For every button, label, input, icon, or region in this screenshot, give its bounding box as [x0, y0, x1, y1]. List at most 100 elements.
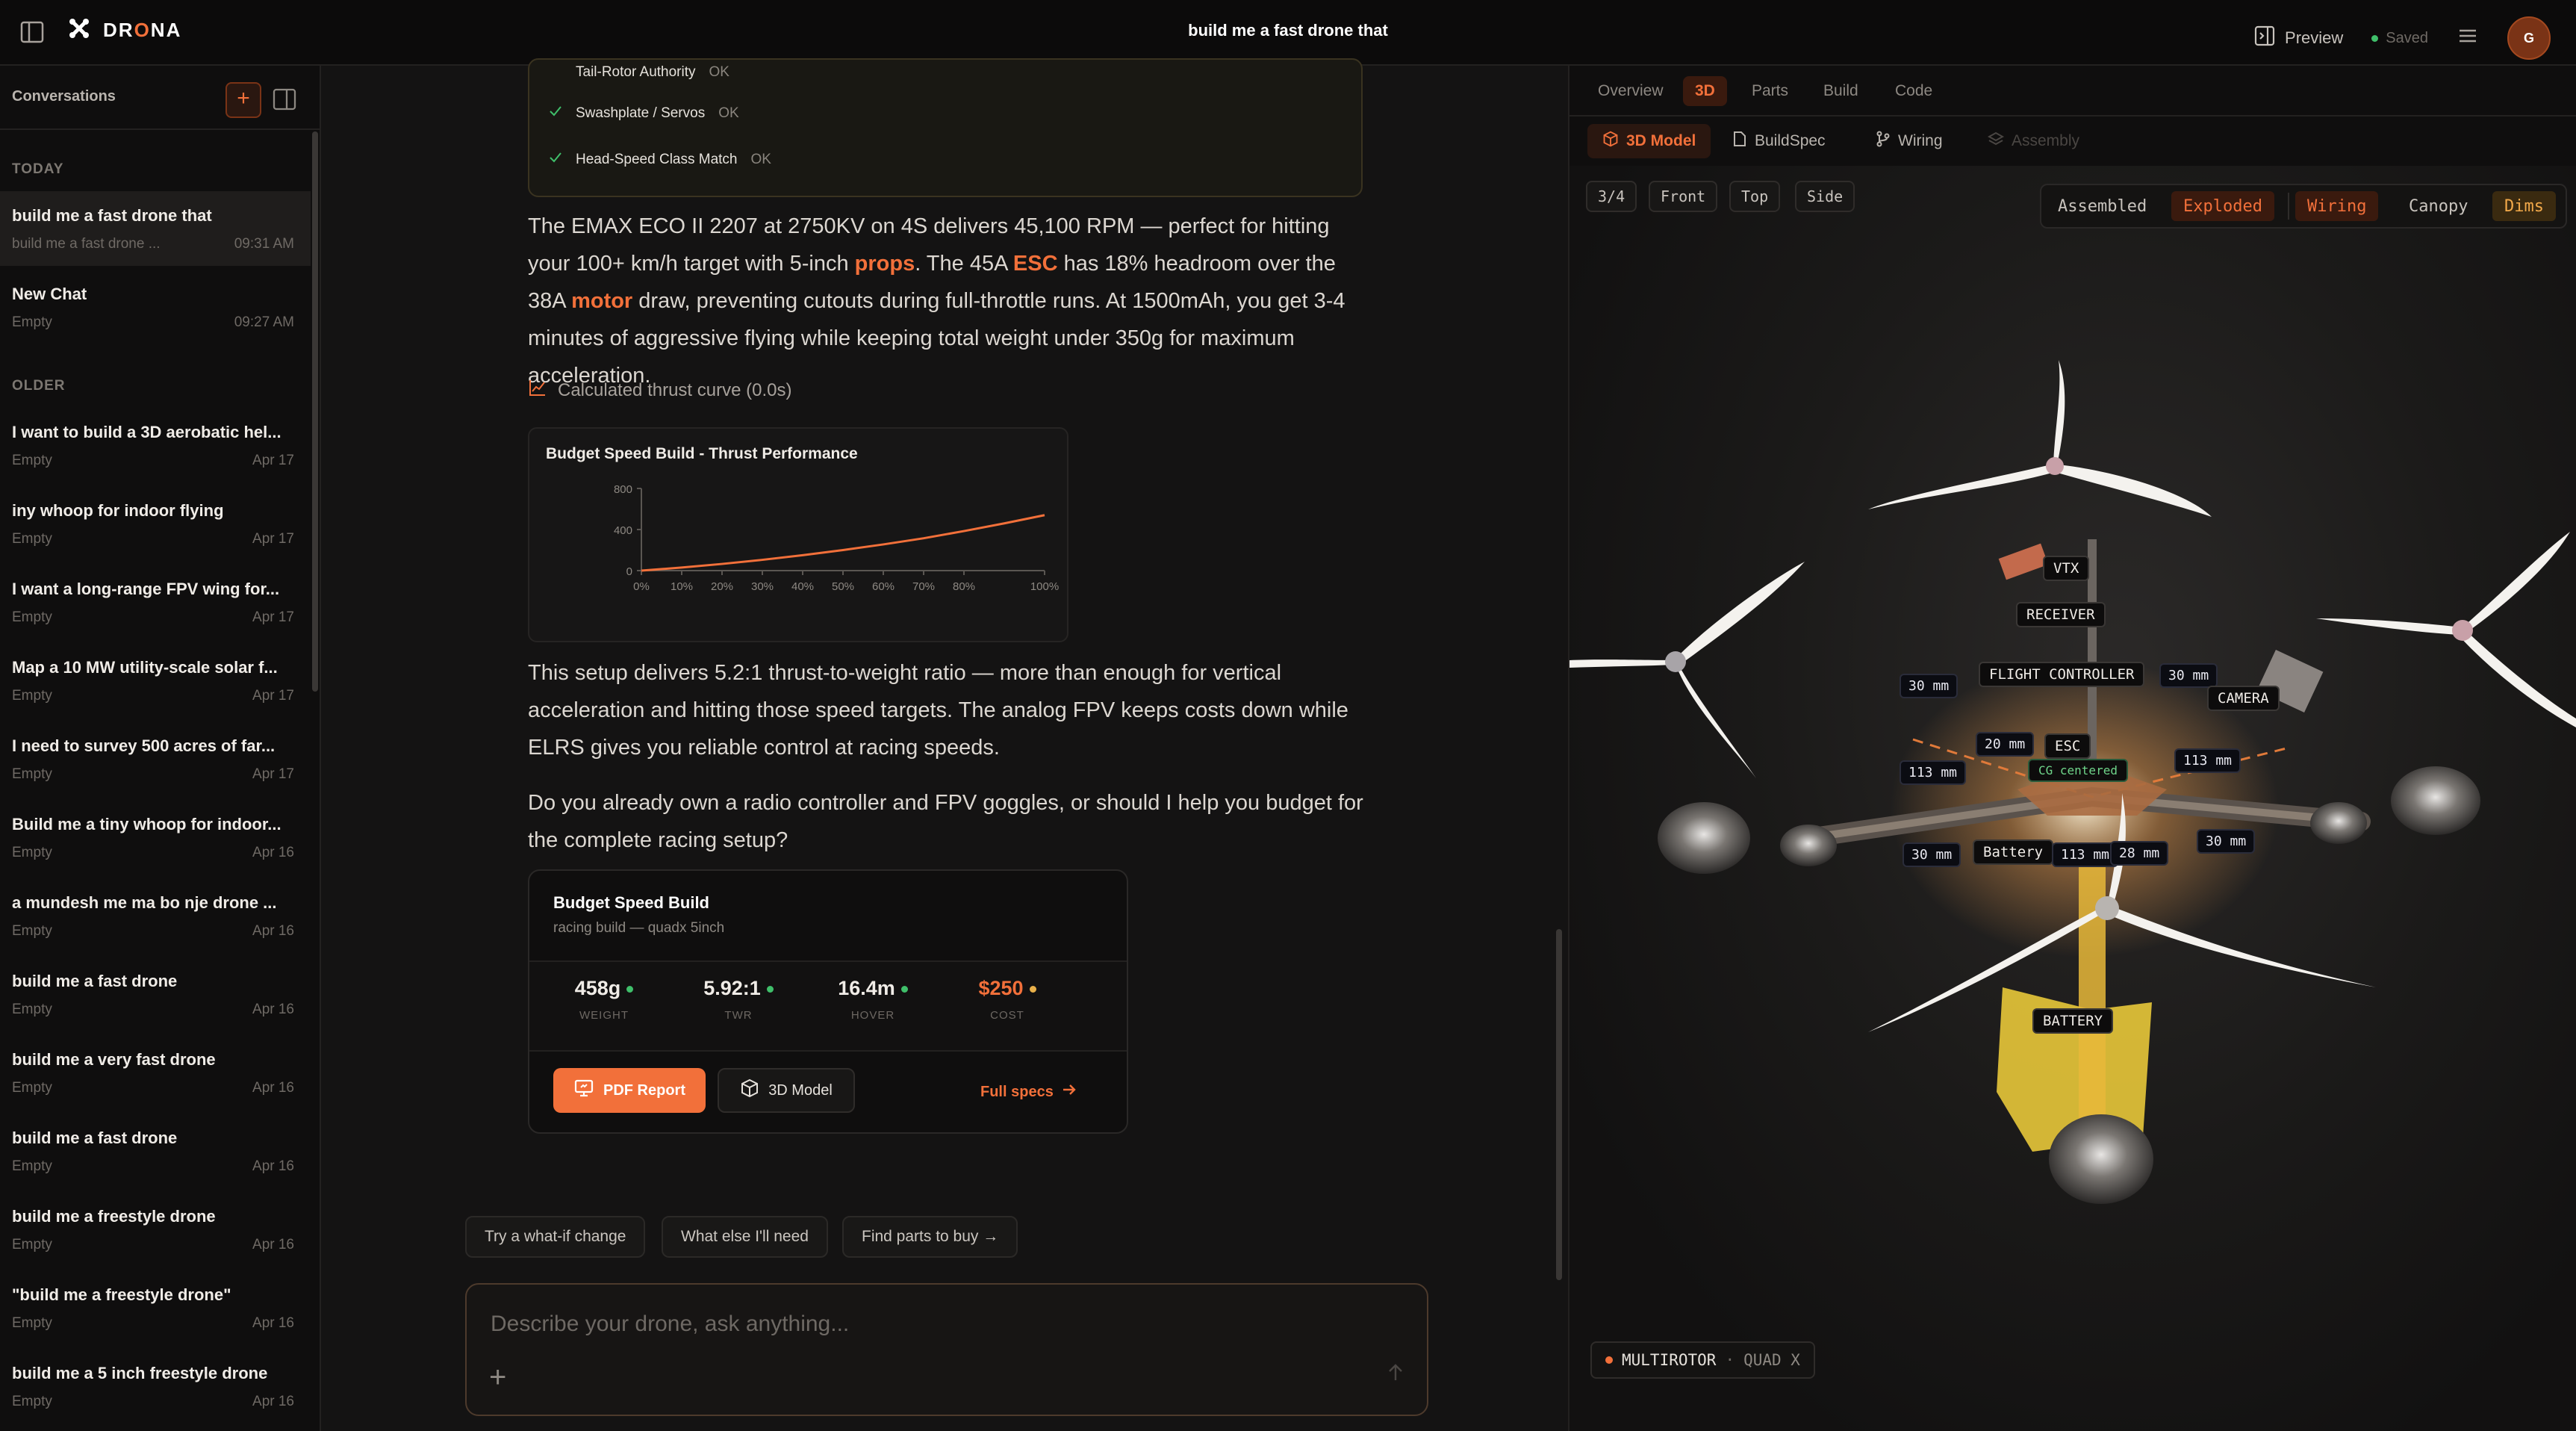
dimension-label: 28 mm [2110, 841, 2169, 866]
today-section-label: TODAY [12, 161, 64, 177]
stat-twr: 5.92:1 TWR [671, 977, 806, 1022]
x-tick-label: 20% [711, 580, 733, 593]
attach-plus-icon[interactable]: + [489, 1361, 506, 1394]
branch-icon [1876, 131, 1891, 152]
x-tick-label: 100% [1030, 580, 1059, 593]
collapse-sidebar-icon[interactable] [272, 87, 297, 116]
flight-controller-label[interactable]: FLIGHT CONTROLLER [1979, 662, 2145, 687]
document-icon [1732, 131, 1747, 152]
dimension-label: 30 mm [1903, 842, 1961, 867]
top-bar: DRONA build me a fast drone that Preview… [0, 0, 2576, 66]
airframe-subtype: QUAD X [1743, 1351, 1800, 1369]
battery-pack-label[interactable]: BATTERY [2032, 1008, 2114, 1034]
tab-parts[interactable]: Parts [1740, 76, 1800, 106]
tab-3d[interactable]: 3D [1683, 76, 1727, 106]
subtab-wiring[interactable]: Wiring [1861, 124, 1958, 158]
badge-separator: · [1725, 1351, 1735, 1369]
text-run: draw, preventing cutouts during full-thr… [528, 289, 1345, 388]
conversation-item-preview: Empty [12, 453, 52, 468]
battery-strap [2079, 853, 2106, 1122]
check-icon [549, 105, 562, 122]
conversation-item[interactable]: I want to build a 3D aerobatic hel... Emp… [0, 408, 311, 482]
stat-label: COST [990, 1009, 1024, 1022]
menu-icon[interactable] [2457, 25, 2479, 52]
tab-overview[interactable]: Overview [1586, 76, 1676, 106]
tab-code[interactable]: Code [1883, 76, 1944, 106]
propeller-top [1868, 360, 2212, 517]
motor-link[interactable]: motor [571, 289, 632, 313]
check-row: Tail-Rotor Authority OK [549, 64, 729, 81]
subtab-label: Assembly [2012, 132, 2080, 149]
conversation-item-time: Apr 17 [252, 609, 294, 625]
assistant-paragraph-1: The EMAX ECO II 2207 at 2750KV on 4S del… [528, 208, 1372, 394]
cg-label: CG centered [2028, 759, 2128, 782]
subtab-buildspec[interactable]: BuildSpec [1717, 124, 1841, 158]
older-section-label: OLDER [12, 378, 66, 394]
stat-hover: 16.4m HOVER [806, 977, 940, 1022]
check-row: Head-Speed Class Match OK [549, 151, 771, 169]
what-if-chip[interactable]: Try a what-if change [465, 1216, 646, 1258]
x-tick-label: 0% [633, 580, 650, 593]
stat-cost: $250 COST [940, 977, 1074, 1022]
message-input[interactable]: Describe your drone, ask anything... [491, 1312, 849, 1337]
x-tick-label: 80% [953, 580, 975, 593]
conversation-item-title: build me a 5 inch freestyle drone [12, 1364, 268, 1382]
3d-viewport[interactable]: 3/4 Front Top Side Assembled Exploded Wi… [1569, 166, 2576, 1431]
message-composer[interactable]: Describe your drone, ask anything... + [465, 1283, 1428, 1416]
find-parts-chip[interactable]: Find parts to buy → [842, 1216, 1018, 1258]
prop-hub [2095, 896, 2119, 920]
thrust-tool-note[interactable]: Calculated thrust curve (0.0s) [528, 378, 791, 403]
esc-link[interactable]: ESC [1013, 252, 1058, 276]
conversation-item[interactable]: I want a long-range FPV wing for... Empty… [0, 565, 311, 639]
conversation-item[interactable]: build me a very fast drone Empty Apr 16 [0, 1035, 311, 1110]
new-conversation-button[interactable]: + [225, 82, 261, 118]
camera-label[interactable]: CAMERA [2207, 686, 2280, 711]
airframe-type: MULTIROTOR [1622, 1351, 1717, 1369]
conversation-item[interactable]: Build me a tiny whoop for indoor... Empty… [0, 800, 311, 875]
conversation-item[interactable]: build me a 5 inch freestyle drone Empty Ap… [0, 1349, 311, 1424]
propeller-left [1569, 562, 1805, 778]
conversation-item-title: a mundesh me ma bo nje drone ... [12, 893, 277, 912]
conversation-item[interactable]: "build me a freestyle drone" Empty Apr 16 [0, 1270, 311, 1345]
what-else-chip[interactable]: What else I'll need [662, 1216, 828, 1258]
subtab-3d-model[interactable]: 3D Model [1587, 124, 1711, 158]
conversation-item[interactable]: iny whoop for indoor flying Empty Apr 17 [0, 486, 311, 561]
conversation-item[interactable]: build me a freestyle drone Empty Apr 16 [0, 1192, 311, 1267]
conversation-item-time: Apr 17 [252, 531, 294, 547]
conversation-item[interactable]: build me a fast drone Empty Apr 16 [0, 1114, 311, 1188]
stat-value: 16.4m [838, 977, 895, 999]
conversation-item[interactable]: a mundesh me ma bo nje drone ... Empty Apr… [0, 878, 311, 953]
battery-label[interactable]: Battery [1973, 839, 2054, 865]
tab-build[interactable]: Build [1811, 76, 1870, 106]
subtab-assembly: Assembly [1973, 124, 2094, 158]
status-dot-icon [1605, 1356, 1613, 1364]
props-link[interactable]: props [855, 252, 915, 276]
conversation-item-preview: Empty [12, 531, 52, 547]
conversation-item[interactable]: Map a 10 MW utility-scale solar f... Empt… [0, 643, 311, 718]
conversation-item-time: 09:27 AM [234, 314, 294, 330]
receiver-label[interactable]: RECEIVER [2016, 602, 2106, 627]
y-tick-label: 800 [614, 483, 632, 496]
thrust-chart: 800 400 00% 10% 20% 30% 40% 50% 60% 70% 80% 100% [614, 483, 1059, 593]
conversation-item-preview: Empty [12, 1237, 52, 1252]
avatar[interactable]: G [2507, 16, 2551, 60]
3d-model-button[interactable]: 3D Model [718, 1068, 855, 1113]
full-specs-link[interactable]: Full specs [980, 1081, 1077, 1102]
conversation-item-time: Apr 16 [252, 1315, 294, 1331]
esc-label[interactable]: ESC [2044, 733, 2091, 759]
conversation-item[interactable]: I need to survey 500 acres of far... Empt… [0, 721, 311, 796]
preview-button[interactable]: Preview [2253, 25, 2343, 52]
conversation-item-title: build me a fast drone that [12, 206, 212, 225]
vtx-label[interactable]: VTX [2043, 556, 2090, 581]
pdf-report-button[interactable]: PDF Report [553, 1068, 706, 1113]
status-dot-icon [1029, 986, 1036, 993]
conversation-item-preview: Empty [12, 923, 52, 939]
send-arrow-icon[interactable] [1385, 1362, 1406, 1387]
sidebar-scrollbar[interactable] [312, 131, 318, 692]
conversation-item[interactable]: New Chat Empty 09:27 AM [0, 270, 311, 344]
saved-label: Saved [2386, 29, 2428, 46]
conversation-item[interactable]: build me a fast drone Empty Apr 16 [0, 957, 311, 1031]
chat-scrollbar[interactable] [1556, 929, 1562, 1280]
x-tick-label: 10% [671, 580, 693, 593]
conversation-item[interactable]: build me a fast drone that build me a fas… [0, 191, 311, 266]
